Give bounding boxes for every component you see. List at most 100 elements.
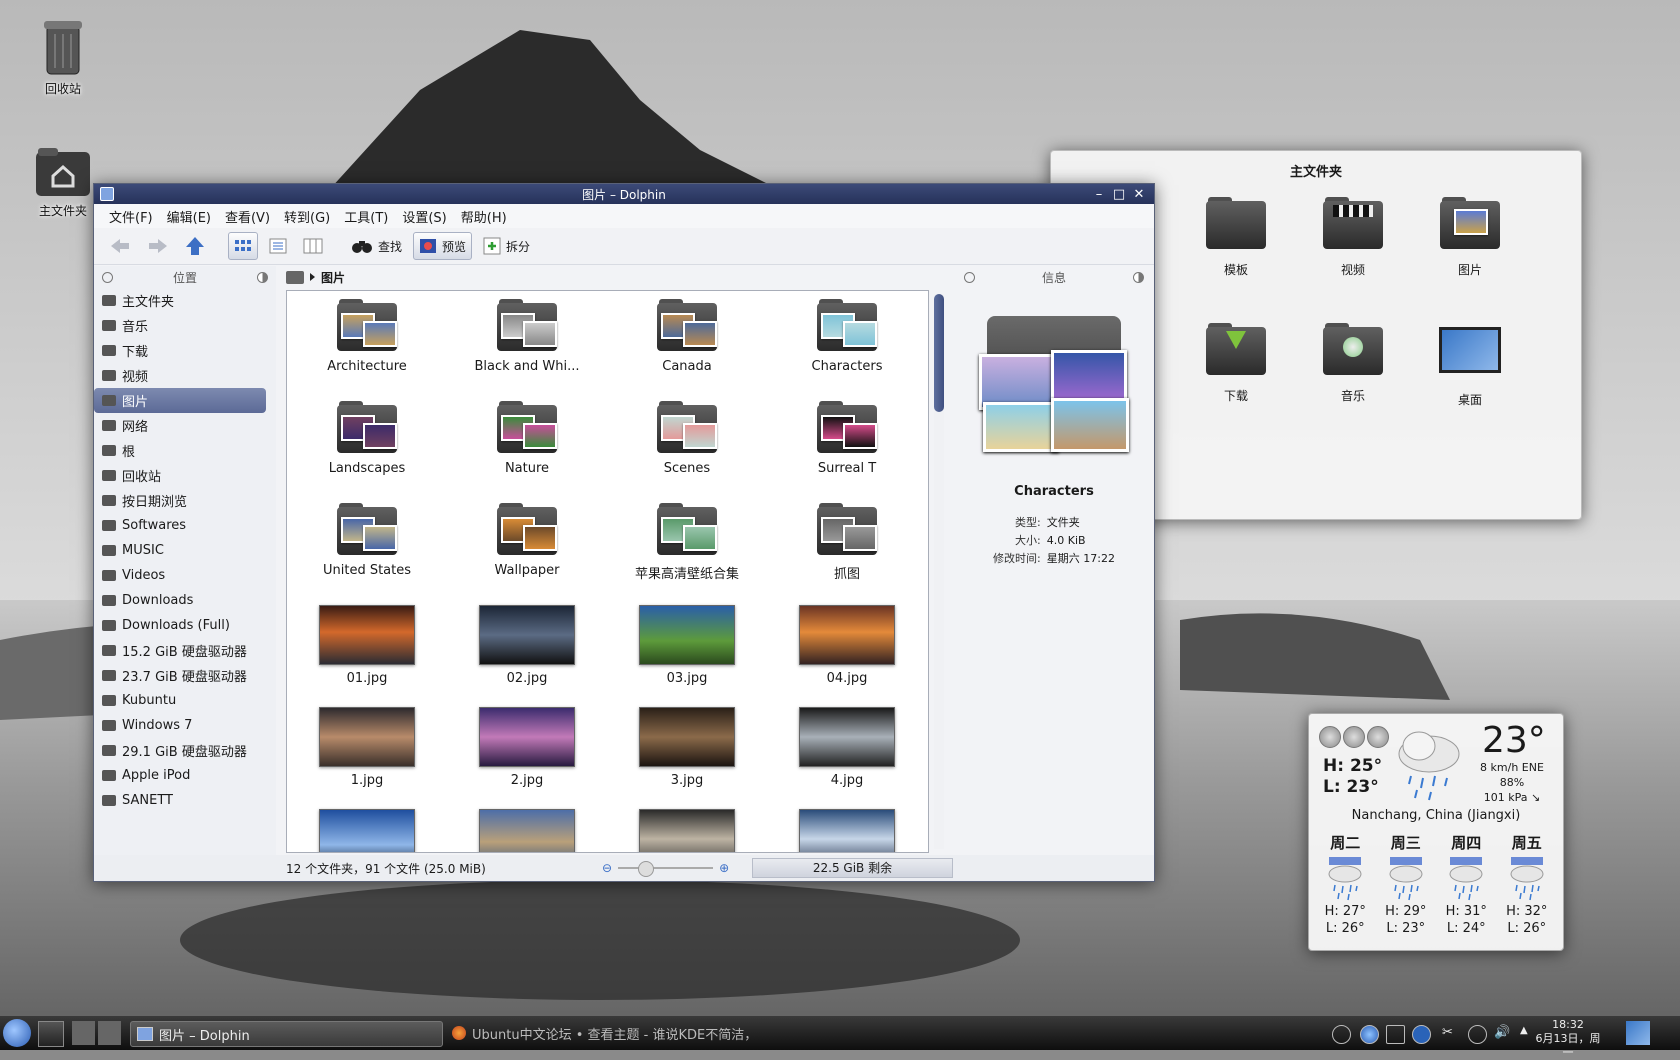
file-item[interactable]: 4.jpg xyxy=(767,699,927,801)
forward-button[interactable] xyxy=(142,233,174,259)
place-item[interactable]: MUSIC xyxy=(94,538,266,563)
folder-item[interactable]: 下载 xyxy=(1191,323,1281,404)
folder-item[interactable]: Wallpaper xyxy=(447,495,607,597)
place-item[interactable]: 29.1 GiB 硬盘驱动器 xyxy=(94,738,266,763)
file-item[interactable]: 1.jpg xyxy=(287,699,447,801)
panel-close-icon[interactable] xyxy=(1133,272,1144,283)
breadcrumb-current[interactable]: 图片 xyxy=(321,269,345,286)
vertical-scrollbar[interactable] xyxy=(934,294,944,849)
folder-item[interactable]: United States xyxy=(287,495,447,597)
folder-item[interactable]: Characters xyxy=(767,291,927,393)
file-view[interactable]: Architecture Black and Whi... Canada Charac… xyxy=(286,290,929,853)
menu-help[interactable]: 帮助(H) xyxy=(454,205,514,228)
zoom-slider-handle[interactable] xyxy=(638,861,655,877)
menu-edit[interactable]: 编辑(E) xyxy=(160,205,218,228)
place-item[interactable]: 音乐 xyxy=(94,313,266,338)
menu-settings[interactable]: 设置(S) xyxy=(395,205,453,228)
kde-menu-icon[interactable] xyxy=(3,1019,31,1047)
place-item[interactable]: Kubuntu xyxy=(94,688,266,713)
back-button[interactable] xyxy=(104,233,136,259)
folder-item[interactable]: 音乐 xyxy=(1308,323,1398,404)
place-item[interactable]: 下载 xyxy=(94,338,266,363)
place-item[interactable]: 主文件夹 xyxy=(94,288,266,313)
icons-view-button[interactable] xyxy=(228,232,258,260)
plasma-toolbox-icon[interactable] xyxy=(1626,1021,1650,1045)
zoom-slider[interactable] xyxy=(618,861,714,877)
panel-pin-icon[interactable] xyxy=(102,272,113,283)
place-item[interactable]: 15.2 GiB 硬盘驱动器 xyxy=(94,638,266,663)
close-icon[interactable]: ✕ xyxy=(1132,187,1146,202)
scrollbar-thumb[interactable] xyxy=(934,294,944,412)
zoom-control[interactable]: ⊖ ⊕ xyxy=(602,861,729,877)
place-item[interactable]: Windows 7 xyxy=(94,713,266,738)
maximize-icon[interactable]: □ xyxy=(1112,187,1126,202)
folder-item[interactable]: 苹果高清壁纸合集 xyxy=(607,495,767,597)
place-item[interactable]: 图片 xyxy=(94,388,266,413)
place-item[interactable]: 回收站 xyxy=(94,463,266,488)
panel-pin-icon[interactable] xyxy=(964,272,975,283)
place-item[interactable]: Downloads xyxy=(94,588,266,613)
folder-item[interactable]: 视频 xyxy=(1308,197,1398,278)
info-icon[interactable] xyxy=(1343,726,1365,748)
volume-icon[interactable]: 🔊 xyxy=(1494,1025,1511,1042)
dolphin-window[interactable]: 图片 – Dolphin – □ ✕ 文件(F) 编辑(E) 查看(V) 转到(… xyxy=(93,183,1155,882)
split-button[interactable]: 拆分 xyxy=(478,233,535,259)
pager-icon[interactable] xyxy=(72,1021,122,1045)
zoom-out-icon[interactable]: ⊖ xyxy=(602,861,612,875)
folder-item[interactable]: Architecture xyxy=(287,291,447,393)
place-item[interactable]: 按日期浏览 xyxy=(94,488,266,513)
file-item[interactable] xyxy=(607,801,767,852)
panel-close-icon[interactable] xyxy=(257,272,268,283)
place-item[interactable]: 网络 xyxy=(94,413,266,438)
klipper-scissors-icon[interactable]: ✂ xyxy=(1442,1025,1459,1042)
firefox-tray-icon[interactable] xyxy=(1412,1025,1431,1044)
task-dolphin[interactable]: 图片 – Dolphin xyxy=(130,1021,443,1047)
file-item[interactable]: 01.jpg xyxy=(287,597,447,699)
folder-item[interactable]: Surreal T xyxy=(767,393,927,495)
folder-item[interactable]: Black and Whi... xyxy=(447,291,607,393)
task-firefox[interactable]: Ubuntu中文论坛 • 查看主题 - 谁说KDE不简洁，看... xyxy=(446,1021,752,1045)
find-button[interactable]: 查找 xyxy=(346,233,407,259)
file-item[interactable]: 04.jpg xyxy=(767,597,927,699)
place-item[interactable]: Apple iPod xyxy=(94,763,266,788)
chevron-right-icon[interactable] xyxy=(310,273,315,281)
place-item[interactable]: Downloads (Full) xyxy=(94,613,266,638)
window-titlebar[interactable]: 图片 – Dolphin – □ ✕ xyxy=(94,184,1154,204)
minimize-icon[interactable]: – xyxy=(1092,187,1106,202)
folder-item[interactable]: Landscapes xyxy=(287,393,447,495)
place-item[interactable]: SANETT xyxy=(94,788,266,813)
file-item[interactable]: 3.jpg xyxy=(607,699,767,801)
folder-item[interactable]: 图片 xyxy=(1425,197,1515,278)
device-notifier-icon[interactable] xyxy=(1386,1025,1405,1044)
file-item[interactable]: 02.jpg xyxy=(447,597,607,699)
folder-item[interactable]: Scenes xyxy=(607,393,767,495)
up-button[interactable] xyxy=(180,233,210,259)
file-item[interactable]: 03.jpg xyxy=(607,597,767,699)
details-view-button[interactable] xyxy=(264,233,292,259)
place-item[interactable]: Softwares xyxy=(94,513,266,538)
menu-file[interactable]: 文件(F) xyxy=(102,205,160,228)
file-item[interactable] xyxy=(447,801,607,852)
folder-item[interactable]: 桌面 xyxy=(1425,323,1515,408)
show-desktop-icon[interactable] xyxy=(38,1021,64,1047)
folder-item[interactable]: Nature xyxy=(447,393,607,495)
place-item[interactable]: 根 xyxy=(94,438,266,463)
zoom-in-icon[interactable]: ⊕ xyxy=(719,861,729,875)
drive-icon[interactable] xyxy=(286,270,304,284)
menu-view[interactable]: 查看(V) xyxy=(218,205,277,228)
settings-icon[interactable] xyxy=(1319,726,1341,748)
desktop-trash[interactable]: 回收站 xyxy=(18,18,108,97)
info-tray-icon[interactable] xyxy=(1332,1025,1351,1044)
file-item[interactable]: 2.jpg xyxy=(447,699,607,801)
place-item[interactable]: 视频 xyxy=(94,363,266,388)
menu-tools[interactable]: 工具(T) xyxy=(337,205,395,228)
place-item[interactable]: Videos xyxy=(94,563,266,588)
file-item[interactable] xyxy=(767,801,927,852)
preview-button[interactable]: 预览 xyxy=(413,232,473,260)
usb-icon[interactable] xyxy=(1468,1025,1487,1044)
file-item[interactable] xyxy=(287,801,447,852)
network-globe-icon[interactable] xyxy=(1360,1025,1379,1044)
menu-go[interactable]: 转到(G) xyxy=(277,205,337,228)
folder-item[interactable]: 抓图 xyxy=(767,495,927,597)
folder-item[interactable]: Canada xyxy=(607,291,767,393)
